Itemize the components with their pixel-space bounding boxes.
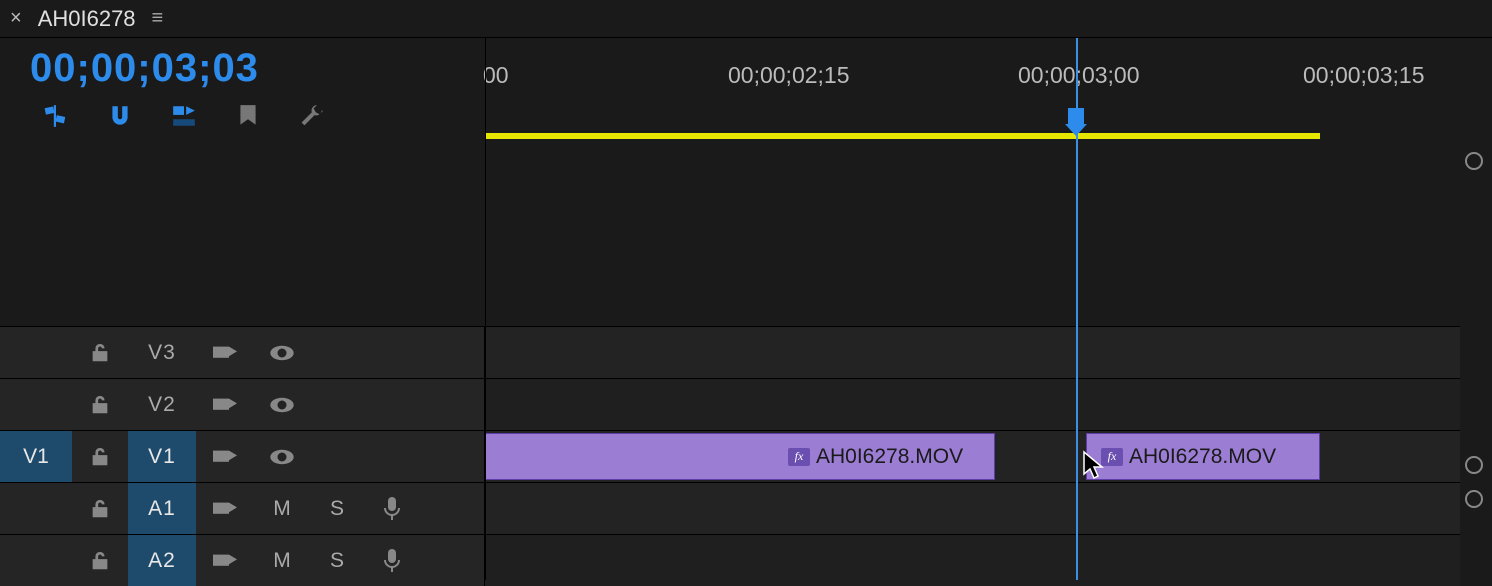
audio-track-row: A1 MS: [0, 482, 1460, 534]
panel-menu-icon[interactable]: ≡: [152, 7, 164, 30]
fx-badge-icon[interactable]: fx: [788, 448, 810, 466]
sync-lock-icon[interactable]: [196, 327, 254, 378]
ruler-label: 00;00;03;15: [1303, 62, 1425, 89]
ruler-label: 00;00;02;15: [728, 62, 850, 89]
solo-button[interactable]: S: [310, 535, 364, 586]
clip[interactable]: fx AH0I6278.MOV: [485, 433, 995, 480]
source-patch[interactable]: [0, 327, 72, 378]
ruler-label: 00;00;03;00: [1018, 62, 1140, 89]
sync-lock-indicator[interactable]: [1465, 490, 1483, 508]
toggle-track-output-icon[interactable]: [254, 379, 310, 430]
marker-icon[interactable]: [234, 102, 262, 130]
track-body[interactable]: [485, 483, 1460, 534]
track-target[interactable]: A1: [128, 483, 196, 534]
sequence-title[interactable]: AH0I6278: [38, 6, 136, 32]
fx-badge-icon[interactable]: fx: [1101, 448, 1123, 466]
nest-icon[interactable]: [42, 102, 70, 130]
voiceover-record-icon[interactable]: [364, 535, 420, 586]
track-target[interactable]: A2: [128, 535, 196, 586]
mute-button[interactable]: M: [254, 535, 310, 586]
voiceover-record-icon[interactable]: [364, 483, 420, 534]
ruler-label: 00: [483, 62, 509, 89]
timeline-tool-row: [30, 102, 485, 130]
solo-button[interactable]: S: [310, 483, 364, 534]
sync-lock-icon[interactable]: [196, 535, 254, 586]
track-target[interactable]: V1: [128, 431, 196, 482]
track-header: V3: [0, 327, 485, 378]
track-body[interactable]: fx AH0I6278.MOV fx AH0I6278.MOV: [485, 431, 1460, 482]
sync-lock-icon[interactable]: [196, 379, 254, 430]
track-lock-icon[interactable]: [72, 535, 128, 586]
sync-lock-icon[interactable]: [196, 431, 254, 482]
video-track-row: V3: [0, 326, 1460, 378]
clip[interactable]: fx AH0I6278.MOV: [1086, 433, 1320, 480]
clip-label: AH0I6278.MOV: [816, 445, 963, 469]
track-lock-icon[interactable]: [72, 431, 128, 482]
track-header: A2 MS: [0, 535, 485, 586]
sync-lock-indicator[interactable]: [1465, 152, 1483, 170]
source-patch[interactable]: [0, 379, 72, 430]
video-track-row: V2: [0, 378, 1460, 430]
track-body[interactable]: [485, 379, 1460, 430]
settings-icon[interactable]: [298, 102, 326, 130]
track-header: A1 MS: [0, 483, 485, 534]
toggle-track-output-icon[interactable]: [254, 431, 310, 482]
track-target[interactable]: V2: [128, 379, 196, 430]
sync-lock-indicator[interactable]: [1465, 456, 1483, 474]
track-header: V2: [0, 379, 485, 430]
sync-lock-icon[interactable]: [196, 483, 254, 534]
track-body[interactable]: [485, 327, 1460, 378]
source-patch[interactable]: V1: [0, 431, 72, 482]
time-ruler[interactable]: 00 00;00;02;15 00;00;03;00 00;00;03;15: [485, 38, 1492, 148]
mute-button[interactable]: M: [254, 483, 310, 534]
work-area-bar[interactable]: [485, 133, 1320, 139]
track-header: V1 V1: [0, 431, 485, 482]
close-icon[interactable]: ×: [10, 7, 22, 30]
clip-label: AH0I6278.MOV: [1129, 445, 1276, 469]
linked-selection-icon[interactable]: [170, 102, 198, 130]
header-body-divider: [485, 38, 486, 580]
toggle-track-output-icon[interactable]: [254, 327, 310, 378]
right-rail: [1460, 140, 1488, 580]
source-patch[interactable]: [0, 483, 72, 534]
source-patch[interactable]: [0, 535, 72, 586]
track-body[interactable]: [485, 535, 1460, 586]
video-track-row: V1 V1 fx AH0I6278.MOV fx AH0I6278.MOV: [0, 430, 1460, 482]
tracks-area: V3V2V1V1fxAH0I6278.MOVfxAH0I6278.MOVA1MS…: [0, 148, 1460, 580]
audio-track-row: A2 MS: [0, 534, 1460, 586]
track-lock-icon[interactable]: [72, 379, 128, 430]
snap-icon[interactable]: [106, 102, 134, 130]
timecode-display[interactable]: 00;00;03;03: [30, 48, 485, 88]
track-lock-icon[interactable]: [72, 483, 128, 534]
timeline-left-header: 00;00;03;03: [0, 38, 485, 148]
track-lock-icon[interactable]: [72, 327, 128, 378]
track-target[interactable]: V3: [128, 327, 196, 378]
sequence-tab-bar: × AH0I6278 ≡: [0, 0, 1492, 38]
